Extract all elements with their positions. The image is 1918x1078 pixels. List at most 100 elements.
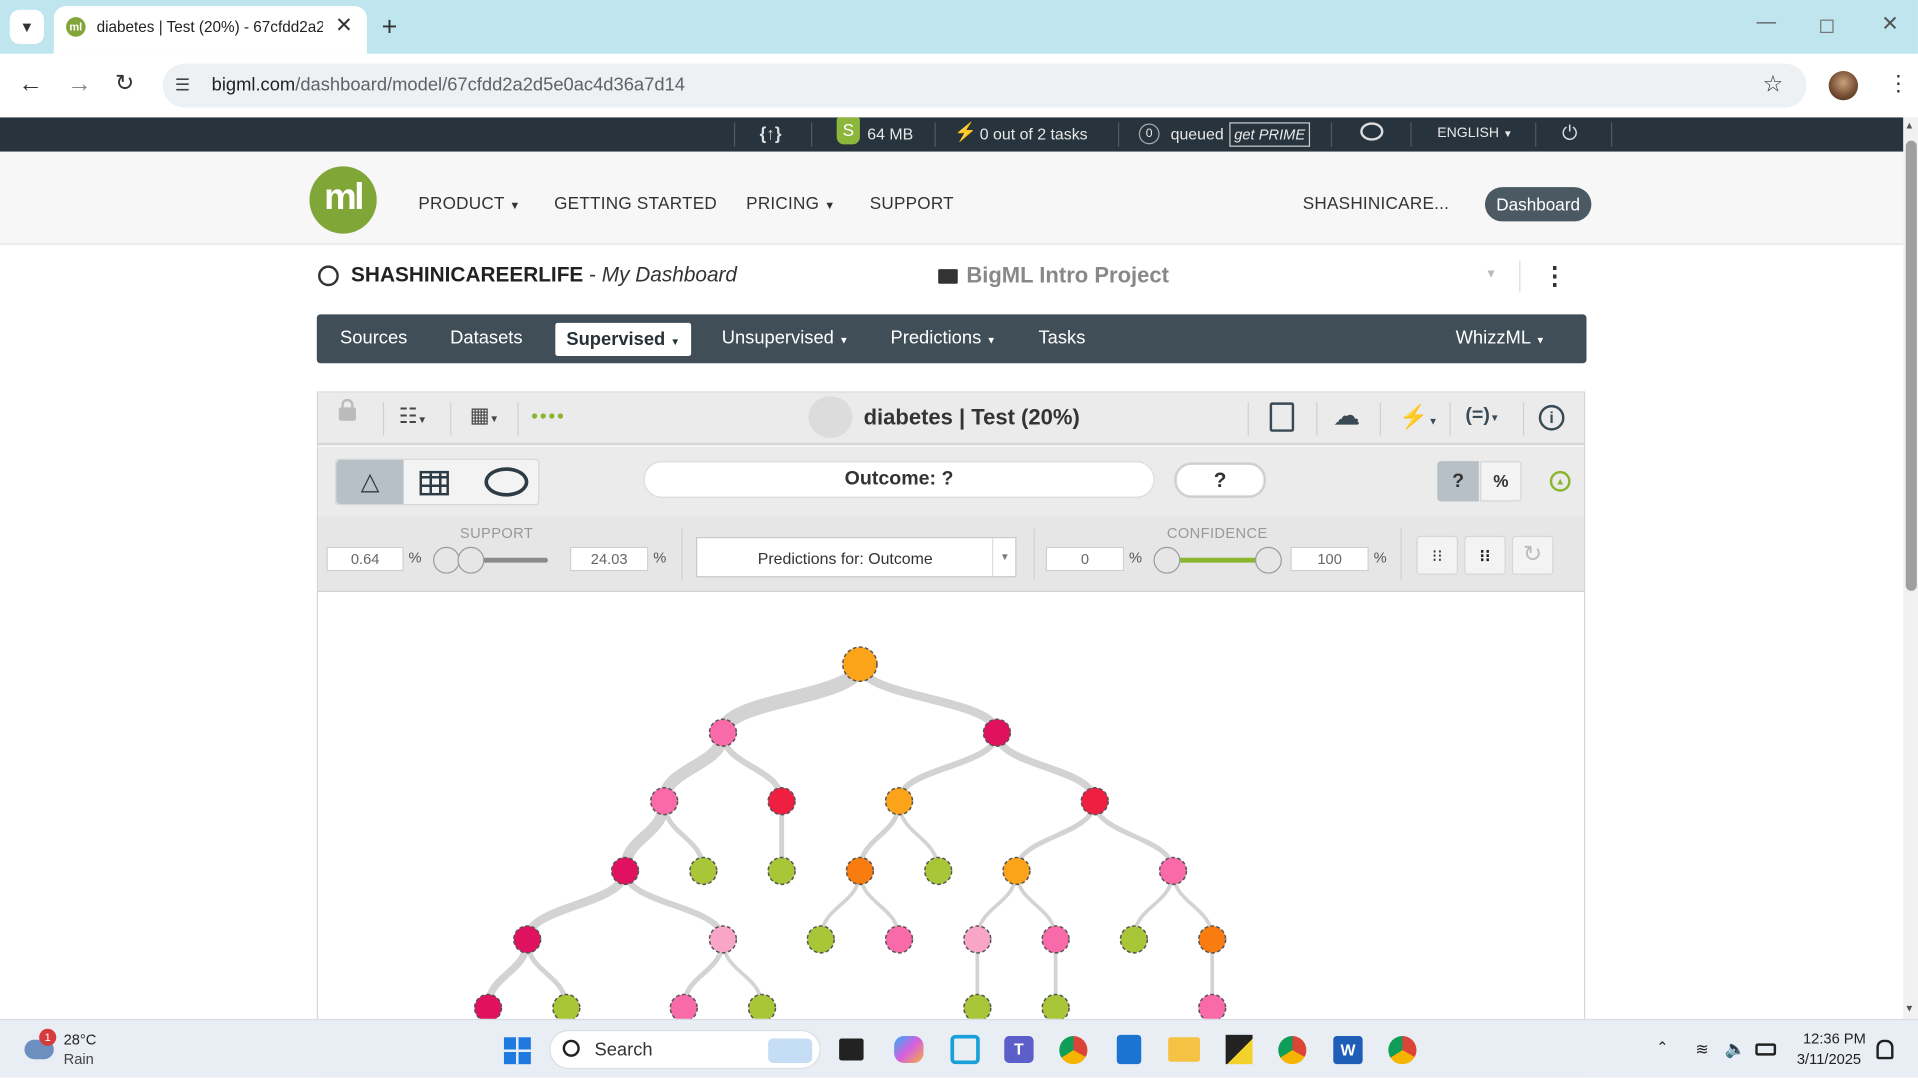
dashboard-button[interactable]: Dashboard (1484, 187, 1592, 222)
nav-sources[interactable]: Sources (340, 328, 407, 349)
get-prime-button[interactable]: get PRIME (1229, 122, 1311, 147)
browser-tab-active[interactable]: ml diabetes | Test (20%) - 67cfdd2a2d ✕ (53, 6, 367, 54)
download-cloud-icon[interactable]: ☁ (1333, 400, 1360, 432)
support-min-input[interactable]: 0.64 (326, 546, 404, 572)
api-braces-icon[interactable]: {↑} (760, 124, 782, 144)
prediction-result[interactable]: ? (1174, 462, 1267, 498)
model-settings-icon[interactable]: ▦▼ (470, 404, 499, 428)
tree-node[interactable] (747, 993, 777, 1019)
minimize-icon[interactable]: — (1757, 12, 1777, 34)
reload-icon[interactable]: ↻ (115, 70, 134, 98)
predictions-for-select[interactable]: Predictions for: Outcome ▼ (696, 536, 1017, 578)
user-menu[interactable]: SHASHINICARE... (1303, 193, 1449, 213)
tree-node[interactable] (1002, 856, 1031, 886)
file-explorer-icon[interactable] (1168, 1037, 1200, 1062)
windows-start-icon[interactable] (503, 1037, 531, 1065)
tasks-count[interactable]: 0 out of 2 tasks (980, 125, 1088, 143)
tree-node[interactable] (767, 856, 796, 886)
word-icon[interactable]: W (1333, 1036, 1363, 1065)
tree-node[interactable] (845, 856, 875, 886)
browser-menu-icon[interactable]: ⋮ (1887, 71, 1909, 97)
support-slider-handle-max[interactable] (457, 546, 485, 574)
new-tab-button[interactable]: + (382, 11, 398, 43)
tree-node[interactable] (552, 993, 581, 1019)
batch-predict-icon[interactable]: (=)▼ (1465, 405, 1499, 427)
task-view-icon[interactable] (839, 1038, 864, 1061)
confidence-slider-handle-min[interactable] (1153, 546, 1181, 574)
chat-icon[interactable] (1360, 122, 1384, 141)
info-icon[interactable]: i (1538, 404, 1565, 431)
restore-icon[interactable] (1820, 19, 1834, 34)
outcome-field[interactable]: Outcome: ? (643, 461, 1155, 498)
support-slider-handle-min[interactable] (433, 546, 460, 574)
tree-node[interactable] (806, 925, 835, 954)
site-info-icon[interactable]: ☰ (175, 75, 190, 96)
bookmark-star-icon[interactable]: ☆ (1763, 71, 1784, 99)
power-icon[interactable]: ⏻ (1562, 124, 1577, 146)
scrollbar-thumb[interactable] (1905, 140, 1917, 591)
sticky-notes-icon[interactable] (1225, 1034, 1253, 1065)
tree-node[interactable] (1119, 925, 1149, 954)
address-bar[interactable]: ☰ bigml.com/dashboard/model/67cfdd2a2d5e… (162, 63, 1807, 108)
profile-avatar[interactable] (1828, 70, 1859, 101)
sunburst-view-icon[interactable] (484, 467, 529, 497)
tree-node[interactable] (963, 993, 992, 1019)
tree-node[interactable] (473, 993, 503, 1019)
snipping-tool-icon[interactable] (950, 1034, 980, 1065)
volume-icon[interactable]: 🔈 (1725, 1038, 1746, 1059)
copilot-icon[interactable] (894, 1036, 924, 1063)
tree-node[interactable] (708, 925, 738, 954)
tree-node[interactable] (513, 925, 542, 954)
clock-date[interactable]: 3/11/2025 (1797, 1051, 1861, 1068)
tree-node[interactable] (1041, 925, 1070, 954)
chrome-active-icon[interactable] (1388, 1036, 1417, 1065)
question-mode-icon[interactable]: ? (1437, 461, 1479, 502)
tree-node[interactable] (982, 718, 1012, 747)
language-selector[interactable]: ENGLISH ▼ (1437, 126, 1512, 141)
tree-node[interactable] (1080, 787, 1109, 816)
tree-node[interactable] (767, 787, 796, 816)
grid-view-icon[interactable] (419, 470, 449, 496)
nav-support[interactable]: SUPPORT (870, 193, 954, 213)
project-selector[interactable]: BigML Intro Project (966, 263, 1169, 289)
grid-large-dots-icon[interactable]: ⁝⁝ (1464, 535, 1506, 575)
lock-icon[interactable] (338, 398, 356, 421)
confidence-min-input[interactable]: 0 (1045, 546, 1125, 572)
tree-node[interactable] (1158, 856, 1188, 886)
notification-icon[interactable] (1876, 1039, 1894, 1060)
tree-node[interactable] (669, 993, 698, 1019)
scroll-up-icon[interactable]: ▲ (1905, 120, 1915, 131)
nav-datasets[interactable]: Datasets (450, 328, 522, 349)
refresh-icon[interactable]: ↻ (1511, 535, 1554, 575)
nav-supervised[interactable]: Supervised ▼ (555, 322, 692, 356)
clipboard-icon[interactable] (1269, 402, 1295, 432)
tree-node[interactable] (1198, 925, 1227, 954)
battery-icon[interactable] (1755, 1043, 1777, 1056)
tree-node[interactable] (708, 718, 738, 747)
bigml-logo[interactable]: ml (309, 166, 377, 234)
tree-node[interactable] (689, 856, 718, 886)
confidence-slider-handle-max[interactable] (1255, 546, 1282, 574)
more-options-icon[interactable]: ⋮ (1542, 261, 1566, 292)
wifi-icon[interactable]: ≋ (1695, 1040, 1708, 1060)
tree-node[interactable] (650, 787, 679, 816)
teams-icon[interactable]: T (1004, 1036, 1034, 1063)
support-max-input[interactable]: 24.03 (570, 546, 649, 572)
tree-node[interactable] (884, 925, 914, 954)
collapse-panel-icon[interactable]: ▲ (1549, 470, 1571, 492)
percent-mode-icon[interactable]: % (1480, 461, 1522, 502)
taskbar-search[interactable]: Search (549, 1029, 821, 1070)
tree-view-options-icon[interactable]: ☷▼ (399, 405, 427, 429)
weather-widget[interactable]: 1 28°C Rain (20, 1027, 130, 1071)
predict-lightning-icon[interactable]: ⚡▼ (1399, 402, 1438, 431)
account-name[interactable]: SHASHINICAREERLIFE (351, 263, 583, 286)
chrome-icon[interactable] (1059, 1036, 1088, 1065)
grid-small-dots-icon[interactable]: ⁝⁝ (1416, 535, 1459, 575)
show-hidden-icons[interactable]: ⌃ (1656, 1038, 1668, 1055)
scroll-down-icon[interactable]: ▼ (1905, 1003, 1915, 1014)
nav-getting-started[interactable]: GETTING STARTED (554, 193, 717, 213)
confidence-max-input[interactable]: 100 (1290, 546, 1369, 572)
project-dropdown-icon[interactable]: ▼ (1485, 268, 1497, 281)
tab-search-button[interactable]: ▼ (9, 9, 45, 45)
tree-view-icon[interactable]: △ (336, 459, 404, 504)
